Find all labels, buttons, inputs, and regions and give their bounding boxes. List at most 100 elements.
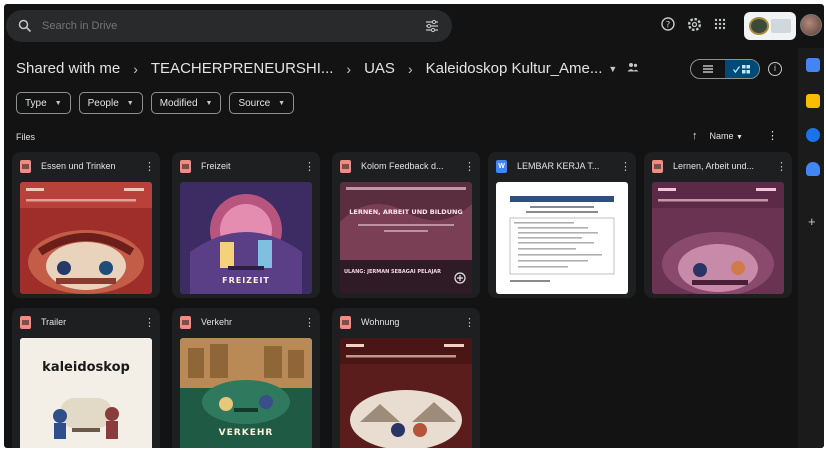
top-icons: ?	[660, 16, 728, 32]
filter-chips: Type ▼ People ▼ Modified ▼ Source ▼	[16, 92, 295, 114]
more-vert-icon[interactable]: ⋮	[767, 129, 778, 142]
chevron-right-icon: ›	[407, 60, 413, 77]
file-card[interactable]: Freizeit ⋮ FREIZEIT	[172, 152, 320, 298]
caret-down-icon: ▼	[278, 99, 286, 107]
thumbnail-title: LERNEN, ARBEIT UND BILDUNG	[349, 208, 463, 216]
file-card-header: Verkehr ⋮	[172, 308, 320, 336]
search-input[interactable]	[42, 20, 424, 32]
filter-label: People	[87, 97, 119, 109]
drive-window: ? + Shared with me › TEACHERPRENEURSHI..…	[4, 4, 824, 448]
thumbnail-footer: ULANG: JERMAN SEBAGAI PELAJAR	[344, 269, 442, 275]
slides-file-icon	[340, 159, 351, 173]
file-card[interactable]: Kolom Feedback d... ⋮ LERNEN, ARBEIT UND…	[332, 152, 480, 298]
tune-icon[interactable]	[424, 18, 440, 34]
slides-file-icon	[180, 315, 191, 329]
organization-wordmark-icon	[771, 19, 791, 33]
add-addon-icon[interactable]: +	[808, 214, 816, 229]
grid-view-button[interactable]	[725, 60, 759, 78]
file-card[interactable]: Essen und Trinken ⋮	[12, 152, 160, 298]
view-toggle	[690, 59, 760, 79]
caret-down-icon: ▼	[126, 99, 134, 107]
shared-folder-icon	[627, 62, 639, 75]
tasks-icon[interactable]	[806, 128, 820, 142]
filter-source[interactable]: Source ▼	[229, 92, 295, 114]
more-vert-icon[interactable]: ⋮	[776, 160, 787, 173]
more-vert-icon[interactable]: ⋮	[304, 316, 315, 329]
chevron-right-icon: ›	[346, 60, 352, 77]
thumbnail-title: kaleidoskop	[42, 360, 130, 375]
file-card-header: Trailer ⋮	[12, 308, 160, 336]
docs-file-icon: W	[496, 159, 507, 173]
filter-modified[interactable]: Modified ▼	[150, 92, 222, 114]
settings-icon[interactable]	[686, 16, 702, 32]
more-vert-icon[interactable]: ⋮	[464, 316, 475, 329]
caret-down-icon[interactable]: ▼	[608, 64, 617, 74]
keep-icon[interactable]	[806, 94, 820, 108]
breadcrumb-shared-with-me[interactable]: Shared with me	[16, 60, 120, 77]
breadcrumb-uas[interactable]: UAS	[364, 60, 395, 77]
file-thumbnail	[652, 182, 784, 294]
file-card[interactable]: Wohnung ⋮	[332, 308, 480, 448]
file-thumbnail: VERKEHR	[180, 338, 312, 448]
filter-type[interactable]: Type ▼	[16, 92, 71, 114]
file-thumbnail	[20, 182, 152, 294]
file-name: Freizeit	[201, 161, 231, 171]
file-name: Lernen, Arbeit und...	[673, 161, 755, 171]
organization-logo-icon	[749, 17, 769, 35]
list-view-button[interactable]	[691, 60, 725, 78]
slides-file-icon	[20, 315, 31, 329]
more-vert-icon[interactable]: ⋮	[144, 160, 155, 173]
file-card-header: Freizeit ⋮	[172, 152, 320, 180]
file-thumbnail: FREIZEIT	[180, 182, 312, 294]
more-vert-icon[interactable]: ⋮	[464, 160, 475, 173]
slides-file-icon	[652, 159, 663, 173]
breadcrumb: Shared with me › TEACHERPRENEURSHI... › …	[16, 60, 639, 77]
breadcrumb-current-folder[interactable]: Kaleidoskop Kultur_Ame...	[426, 60, 603, 77]
file-name: Essen und Trinken	[41, 161, 116, 171]
file-name: Kolom Feedback d...	[361, 161, 444, 171]
file-thumbnail: kaleidoskop	[20, 338, 152, 448]
calendar-icon[interactable]	[806, 58, 820, 72]
file-card[interactable]: Lernen, Arbeit und... ⋮	[644, 152, 792, 298]
sort-controls: ↑ Name ▼ ⋮	[692, 129, 778, 143]
filter-people[interactable]: People ▼	[78, 92, 143, 114]
search-bar[interactable]	[6, 10, 452, 42]
file-thumbnail: LERNEN, ARBEIT UND BILDUNG ULANG: JERMAN…	[340, 182, 472, 294]
file-name: Trailer	[41, 317, 67, 327]
more-vert-icon[interactable]: ⋮	[144, 316, 155, 329]
file-name: Wohnung	[361, 317, 400, 327]
more-vert-icon[interactable]: ⋮	[620, 160, 631, 173]
file-card-header: Essen und Trinken ⋮	[12, 152, 160, 180]
slides-file-icon	[20, 159, 31, 173]
file-name: Verkehr	[201, 317, 233, 327]
filter-label: Modified	[159, 97, 198, 109]
file-card[interactable]: Trailer ⋮ kaleidoskop	[12, 308, 160, 448]
file-thumbnail	[340, 338, 472, 448]
chevron-right-icon: ›	[133, 60, 138, 77]
file-card-header: Kolom Feedback d... ⋮	[332, 152, 480, 180]
slides-file-icon	[340, 315, 351, 329]
contacts-icon[interactable]	[806, 162, 820, 176]
sort-by-button[interactable]: Name ▼	[710, 131, 743, 141]
search-icon[interactable]	[18, 19, 32, 33]
file-card-header: Wohnung ⋮	[332, 308, 480, 336]
account-switcher[interactable]	[744, 12, 796, 40]
more-vert-icon[interactable]: ⋮	[304, 160, 315, 173]
file-card-header: Lernen, Arbeit und... ⋮	[644, 152, 792, 180]
help-icon[interactable]: ?	[660, 16, 676, 32]
file-card[interactable]: Verkehr ⋮ VERKEHR	[172, 308, 320, 448]
sort-direction-icon[interactable]: ↑	[692, 130, 698, 142]
caret-down-icon: ▼	[54, 99, 62, 107]
file-name: LEMBAR KERJA T...	[517, 161, 600, 171]
section-label: Files	[16, 132, 36, 142]
caret-down-icon: ▼	[736, 133, 743, 141]
file-card-header: W LEMBAR KERJA T... ⋮	[488, 152, 636, 180]
side-panel-rail: +	[798, 48, 824, 448]
thumbnail-title: FREIZEIT	[222, 276, 270, 285]
info-icon[interactable]: i	[768, 62, 782, 76]
avatar[interactable]	[800, 14, 822, 36]
breadcrumb-teacherpreneurship[interactable]: TEACHERPRENEURSHI...	[151, 60, 334, 77]
file-card[interactable]: W LEMBAR KERJA T... ⋮	[488, 152, 636, 298]
apps-icon[interactable]	[712, 16, 728, 32]
filter-label: Type	[25, 97, 47, 109]
